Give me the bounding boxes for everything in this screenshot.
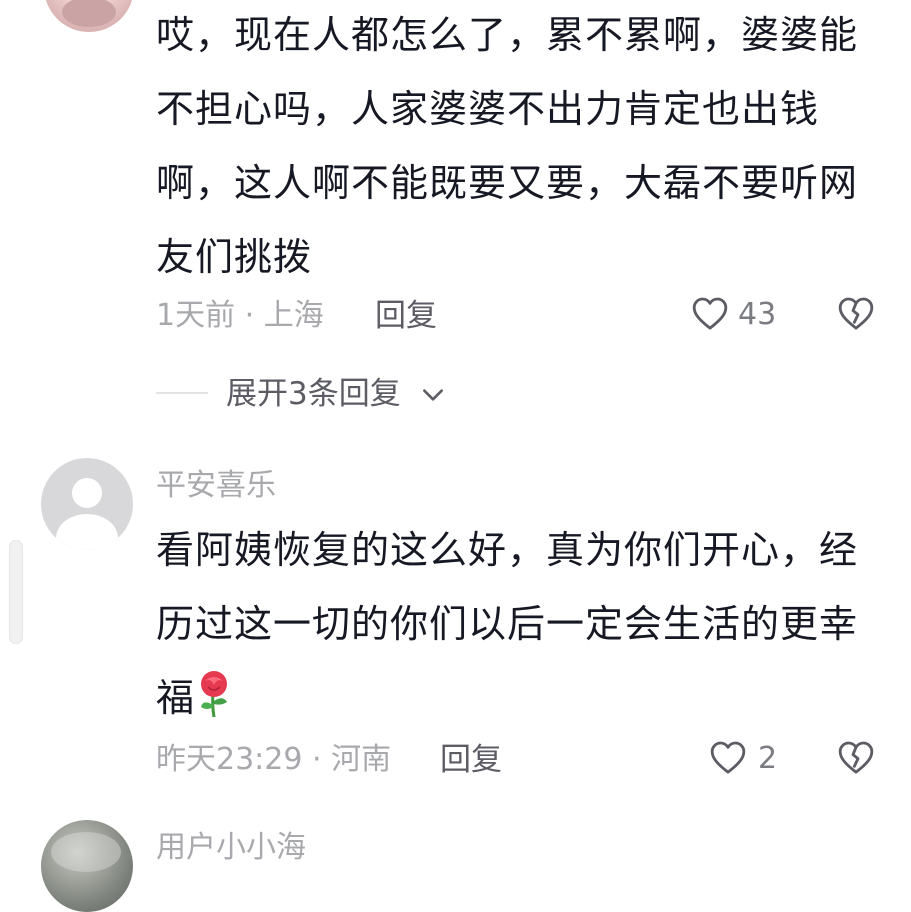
scrollbar[interactable] (9, 540, 23, 644)
reply-divider (156, 392, 208, 394)
reply-button[interactable]: 回复 (375, 296, 437, 336)
username[interactable]: 用户小小海 (156, 828, 306, 868)
avatar[interactable] (41, 820, 133, 912)
comment-meta: 昨天23:29 · 河南 (156, 742, 392, 777)
like-button[interactable]: 43 (690, 294, 790, 338)
avatar-texture (51, 832, 121, 872)
expand-replies-label: 展开3条回复 (226, 376, 401, 412)
comment-line: 看阿姨恢复的这么好，真为你们开心，经 (156, 528, 859, 572)
comment-line: 历过这一切的你们以后一定会生活的更幸 (156, 602, 859, 646)
comment-line-with-emoji: 福🌹 (156, 661, 876, 735)
heart-outline-icon (692, 297, 728, 330)
comment-line: 啊，这人啊不能既要又要，大磊不要听网 (156, 161, 859, 205)
username[interactable]: 平安喜乐 (156, 466, 276, 506)
broken-heart-icon[interactable] (836, 294, 876, 334)
comment-line: 友们挑拨 (156, 235, 313, 279)
chevron-down-icon (423, 389, 443, 401)
broken-heart-icon[interactable] (836, 738, 876, 778)
reply-button[interactable]: 回复 (440, 740, 502, 780)
comment-meta: 1天前 · 上海 (156, 298, 324, 333)
avatar-head (72, 478, 102, 508)
avatar[interactable] (44, 0, 134, 32)
heart-outline-icon (710, 741, 746, 774)
like-count: 43 (738, 297, 777, 332)
rose-emoji: 🌹 (195, 669, 233, 719)
like-count: 2 (758, 741, 778, 776)
comment-line: 不担心吗，人家婆婆不出力肯定也出钱 (156, 87, 820, 131)
comment-line: 哎，现在人都怎么了，累不累啊，婆婆能 (156, 13, 859, 57)
comment-text: 看阿姨恢复的这么好，真为你们开心，经 历过这一切的你们以后一定会生活的更幸 福🌹 (156, 513, 876, 735)
avatar-hair (62, 0, 116, 27)
like-button[interactable]: 2 (708, 738, 788, 782)
avatar-body (56, 514, 118, 550)
comment-text: 哎，现在人都怎么了，累不累啊，婆婆能 不担心吗，人家婆婆不出力肯定也出钱 啊，这… (156, 0, 876, 294)
expand-replies-button[interactable]: 展开3条回复 (226, 372, 466, 416)
avatar[interactable] (41, 458, 133, 550)
comment-line: 福 (156, 676, 196, 720)
